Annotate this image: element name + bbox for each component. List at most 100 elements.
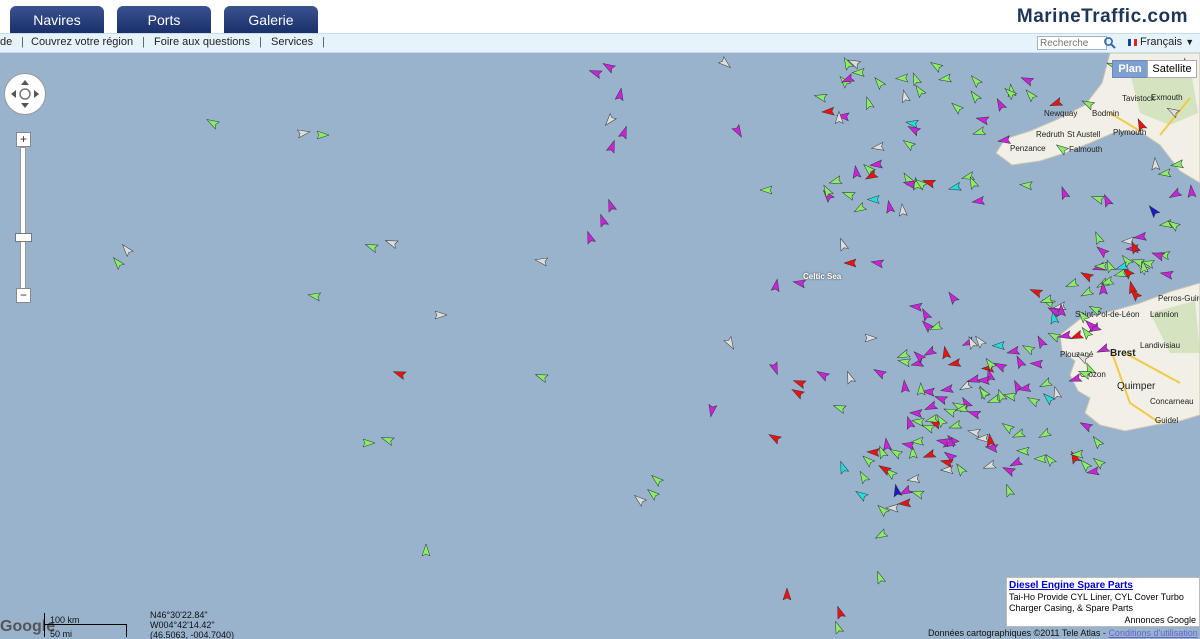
vessel-marker-pleasure[interactable] — [1008, 456, 1024, 469]
vessel-marker-cargo[interactable] — [852, 201, 868, 215]
vessel-marker-pleasure[interactable] — [1034, 334, 1048, 350]
vessel-marker-other[interactable] — [119, 242, 134, 258]
vessel-marker-cargo[interactable] — [953, 462, 968, 477]
vessel-marker-pleasure[interactable] — [975, 114, 990, 126]
vessel-marker-tanker[interactable] — [834, 605, 847, 620]
vessel-marker-cargo[interactable] — [976, 385, 991, 401]
vessel-marker-cargo[interactable] — [968, 89, 983, 104]
vessel-marker-pleasure[interactable] — [584, 230, 597, 245]
vessel-marker-pleasure[interactable] — [617, 125, 631, 140]
vessel-marker-tanker[interactable] — [392, 368, 407, 381]
vessel-marker-tanker[interactable] — [790, 386, 805, 400]
vessel-marker-cargo[interactable] — [205, 116, 220, 130]
vessel-marker-cargo[interactable] — [1090, 434, 1105, 450]
vessel-marker-cargo[interactable] — [1002, 86, 1018, 101]
vessel-marker-pleasure[interactable] — [1151, 249, 1166, 262]
search-input[interactable] — [1037, 36, 1107, 50]
terms-link[interactable]: Conditions d'utilisation — [1108, 628, 1197, 638]
vessel-marker-tanker[interactable] — [1134, 117, 1148, 132]
vessel-marker-pleasure[interactable] — [997, 135, 1012, 146]
brand-logo[interactable]: MarineTraffic.com — [1017, 6, 1188, 28]
vessel-marker-cargo[interactable] — [828, 175, 843, 187]
vessel-marker-tanker[interactable] — [947, 358, 962, 369]
vessel-marker-pleasure[interactable] — [588, 67, 603, 80]
vessel-marker-cargo[interactable] — [1087, 303, 1103, 317]
vessel-marker-pleasure[interactable] — [1006, 345, 1021, 356]
vessel-marker-cargo[interactable] — [1065, 277, 1080, 290]
vessel-marker-pleasure[interactable] — [1078, 419, 1094, 433]
vessel-marker-cargo[interactable] — [901, 137, 917, 152]
vessel-marker-tanker[interactable] — [941, 345, 952, 360]
menu-item-region[interactable]: Couvrez votre région — [31, 36, 133, 48]
vessel-marker-pleasure[interactable] — [971, 195, 985, 206]
vessel-marker-pleasure[interactable] — [731, 124, 745, 139]
vessel-marker-pleasure[interactable] — [851, 164, 862, 179]
vessel-marker-tug[interactable] — [991, 341, 1005, 350]
vessel-marker-cargo[interactable] — [1091, 455, 1107, 470]
vessel-marker-cargo[interactable] — [813, 92, 828, 103]
vessel-marker-cargo[interactable] — [362, 438, 376, 448]
vessel-marker-pleasure[interactable] — [900, 379, 910, 393]
vessel-marker-cargo[interactable] — [832, 402, 847, 415]
vessel-marker-pleasure[interactable] — [872, 366, 887, 380]
vessel-marker-cargo[interactable] — [875, 502, 891, 518]
vessel-marker-cargo[interactable] — [421, 543, 431, 557]
vessel-marker-cargo[interactable] — [1080, 97, 1096, 111]
vessel-marker-cargo[interactable] — [534, 371, 549, 384]
vessel-marker-cargo[interactable] — [1021, 342, 1036, 356]
vessel-marker-pleasure[interactable] — [597, 213, 610, 228]
vessel-marker-cargo[interactable] — [860, 453, 876, 468]
vessel-marker-other[interactable] — [958, 379, 973, 393]
zoom-in-button[interactable]: + — [16, 132, 31, 147]
vessel-marker-pleasure[interactable] — [1011, 379, 1024, 394]
vessel-marker-tanker[interactable] — [1028, 286, 1044, 299]
vessel-marker-passenger[interactable] — [1146, 203, 1161, 219]
vessel-marker-pleasure[interactable] — [869, 159, 883, 169]
vessel-marker-other[interactable] — [723, 336, 737, 351]
vessel-marker-pleasure[interactable] — [707, 403, 718, 418]
vessel-marker-cargo[interactable] — [972, 126, 987, 138]
vessel-marker-other[interactable] — [1051, 385, 1063, 400]
vessel-marker-cargo[interactable] — [759, 185, 773, 195]
ad-title-link[interactable]: Diesel Engine Spare Parts — [1007, 578, 1199, 592]
vessel-marker-cargo[interactable] — [1033, 454, 1047, 464]
vessel-marker-tanker[interactable] — [1069, 329, 1084, 343]
vessel-marker-cargo[interactable] — [1170, 159, 1184, 170]
vessel-marker-tanker[interactable] — [922, 448, 937, 462]
map-canvas[interactable]: Tavistock Exmouth Newquay Bodmin Redruth… — [0, 53, 1200, 639]
vessel-marker-other[interactable] — [602, 112, 617, 128]
vessel-marker-cargo[interactable] — [1079, 286, 1095, 300]
vessel-marker-pleasure[interactable] — [940, 384, 954, 395]
vessel-marker-pleasure[interactable] — [1019, 74, 1035, 87]
vessel-marker-pleasure[interactable] — [1029, 359, 1043, 369]
vessel-marker-tanker[interactable] — [821, 106, 835, 116]
vessel-marker-tug[interactable] — [854, 488, 869, 502]
vessel-marker-pleasure[interactable] — [976, 375, 990, 385]
vessel-marker-cargo[interactable] — [910, 488, 925, 500]
vessel-marker-other[interactable] — [844, 370, 857, 385]
vessel-marker-tanker[interactable] — [782, 587, 792, 601]
vessel-marker-cargo[interactable] — [1037, 427, 1053, 441]
vessel-marker-cargo[interactable] — [1076, 308, 1090, 324]
vessel-marker-cargo[interactable] — [851, 67, 865, 77]
tab-navires[interactable]: Navires — [10, 6, 104, 33]
vessel-marker-cargo[interactable] — [894, 73, 909, 83]
vessel-marker-pleasure[interactable] — [934, 393, 949, 405]
vessel-marker-cargo[interactable] — [1078, 457, 1093, 473]
vessel-marker-tug[interactable] — [837, 460, 850, 475]
vessel-marker-pleasure[interactable] — [994, 97, 1007, 112]
vessel-marker-cargo[interactable] — [1003, 483, 1016, 498]
vessel-marker-other[interactable] — [982, 459, 997, 472]
vessel-marker-cargo[interactable] — [1090, 193, 1105, 205]
vessel-marker-other[interactable] — [967, 427, 981, 438]
vessel-marker-other[interactable] — [864, 333, 878, 343]
vessel-marker-cargo[interactable] — [1019, 181, 1033, 191]
vessel-marker-tanker[interactable] — [767, 431, 782, 445]
vessel-marker-other[interactable] — [717, 56, 733, 71]
vessel-marker-cargo[interactable] — [1038, 377, 1053, 390]
vessel-marker-pleasure[interactable] — [792, 278, 807, 289]
vessel-marker-pleasure[interactable] — [910, 357, 925, 368]
vessel-marker-pleasure[interactable] — [870, 258, 885, 269]
vessel-marker-pleasure[interactable] — [884, 199, 896, 214]
vessel-marker-pleasure[interactable] — [1167, 187, 1183, 201]
